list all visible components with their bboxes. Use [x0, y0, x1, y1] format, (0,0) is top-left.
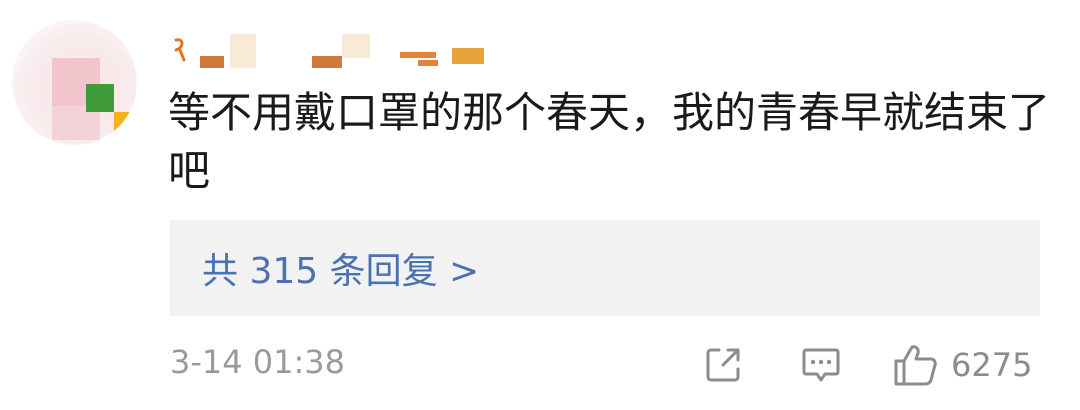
replies-panel[interactable]: 共 315 条回复 >: [170, 220, 1040, 316]
thumbs-up-icon: [894, 345, 937, 386]
like-button[interactable]: 6275: [893, 343, 1032, 387]
username-block: [230, 34, 256, 68]
username-block: [400, 52, 436, 58]
comment-button[interactable]: [800, 343, 842, 387]
share-icon: [706, 348, 740, 382]
avatar[interactable]: [12, 20, 137, 145]
comment-icon: [802, 348, 840, 382]
share-button[interactable]: [703, 343, 743, 387]
username-block: [200, 56, 224, 68]
like-count: 6275: [951, 346, 1033, 384]
view-replies-link[interactable]: 共 315 条回复 >: [202, 242, 479, 294]
username-block: [312, 56, 342, 68]
comment-text: 等不用戴口罩的那个春天，我的青春早就结束了吧: [168, 88, 1051, 195]
comment-timestamp: 3-14 01:38: [170, 343, 346, 381]
username-block: [452, 48, 484, 64]
username-obscured[interactable]: [170, 30, 500, 70]
avatar-pixel: [86, 84, 114, 112]
username-block: [342, 34, 370, 58]
username-block: [418, 60, 438, 66]
avatar-pixel: [114, 112, 130, 140]
username-glyph: [174, 38, 186, 62]
